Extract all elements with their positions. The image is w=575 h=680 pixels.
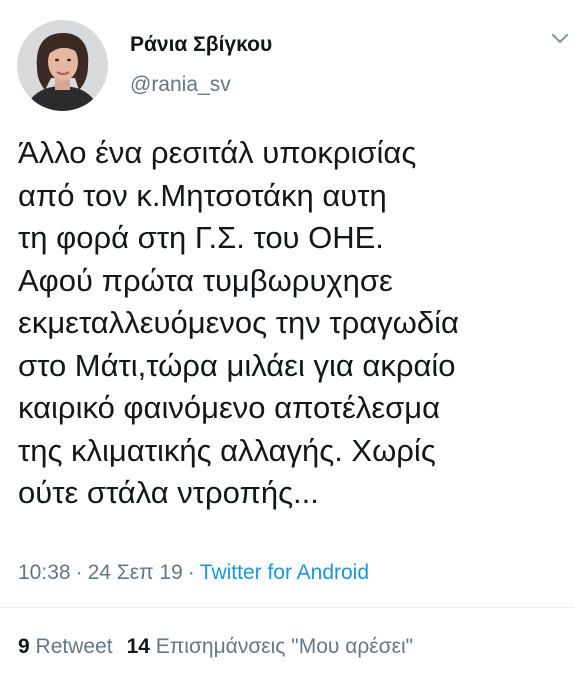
avatar-image [17,20,108,111]
tweet-text-line: εκμεταλλευόμενος την τραγωδία [18,305,459,340]
tweet-time[interactable]: 10:38 [18,561,71,584]
meta-separator: · [75,561,83,584]
tweet-text: Άλλο ένα ρεσιτάλ υποκρισίας από τον κ.Μη… [18,132,573,515]
tweet-text-line: Άλλο ένα ρεσιτάλ υποκρισίας [18,135,417,170]
avatar[interactable] [17,20,108,111]
tweet-text-line: στο Μάτι,τώρα μιλάει για ακραίο [18,347,456,383]
tweet-text-line: καιρικό φαινόμενο αποτέλεσμα [18,390,441,425]
chevron-down-icon[interactable] [551,32,569,46]
author-handle[interactable]: @rania_sv [130,73,231,97]
tweet-text-line: τη φορά στη Γ.Σ. του ΟΗΕ. [18,220,384,255]
tweet-stats: 9 Retweet 14 Επισημάνσεις "Μου αρέσει" [18,635,413,659]
likes-count: 14 [126,635,150,658]
author-display-name[interactable]: Ράνια Σβίγκου [130,33,272,57]
likes-label: Επισημάνσεις "Μου αρέσει" [155,635,414,658]
retweets-stat[interactable]: 9 Retweet [18,635,113,658]
meta-separator: · [187,561,195,584]
tweet-text-line: Αφού πρώτα τυμβωρυχησε [18,262,393,298]
retweets-count: 9 [18,635,30,658]
tweet-text-line: της κλιματικής αλλαγής. Χωρίς [18,432,436,468]
retweets-label: Retweet [35,635,113,658]
tweet-source-link[interactable]: Twitter for Android [200,561,369,584]
tweet-text-line: ούτε στάλα ντροπής... [18,475,319,510]
divider [0,607,575,608]
likes-stat[interactable]: 14 Επισημάνσεις "Μου αρέσει" [127,635,414,658]
tweet-text-line: από τον κ.Μητσοτάκη αυτη [18,177,387,213]
tweet-meta: 10:38 · 24 Σεπ 19 · Twitter for Android [18,561,369,585]
tweet-date[interactable]: 24 Σεπ 19 [88,561,183,584]
